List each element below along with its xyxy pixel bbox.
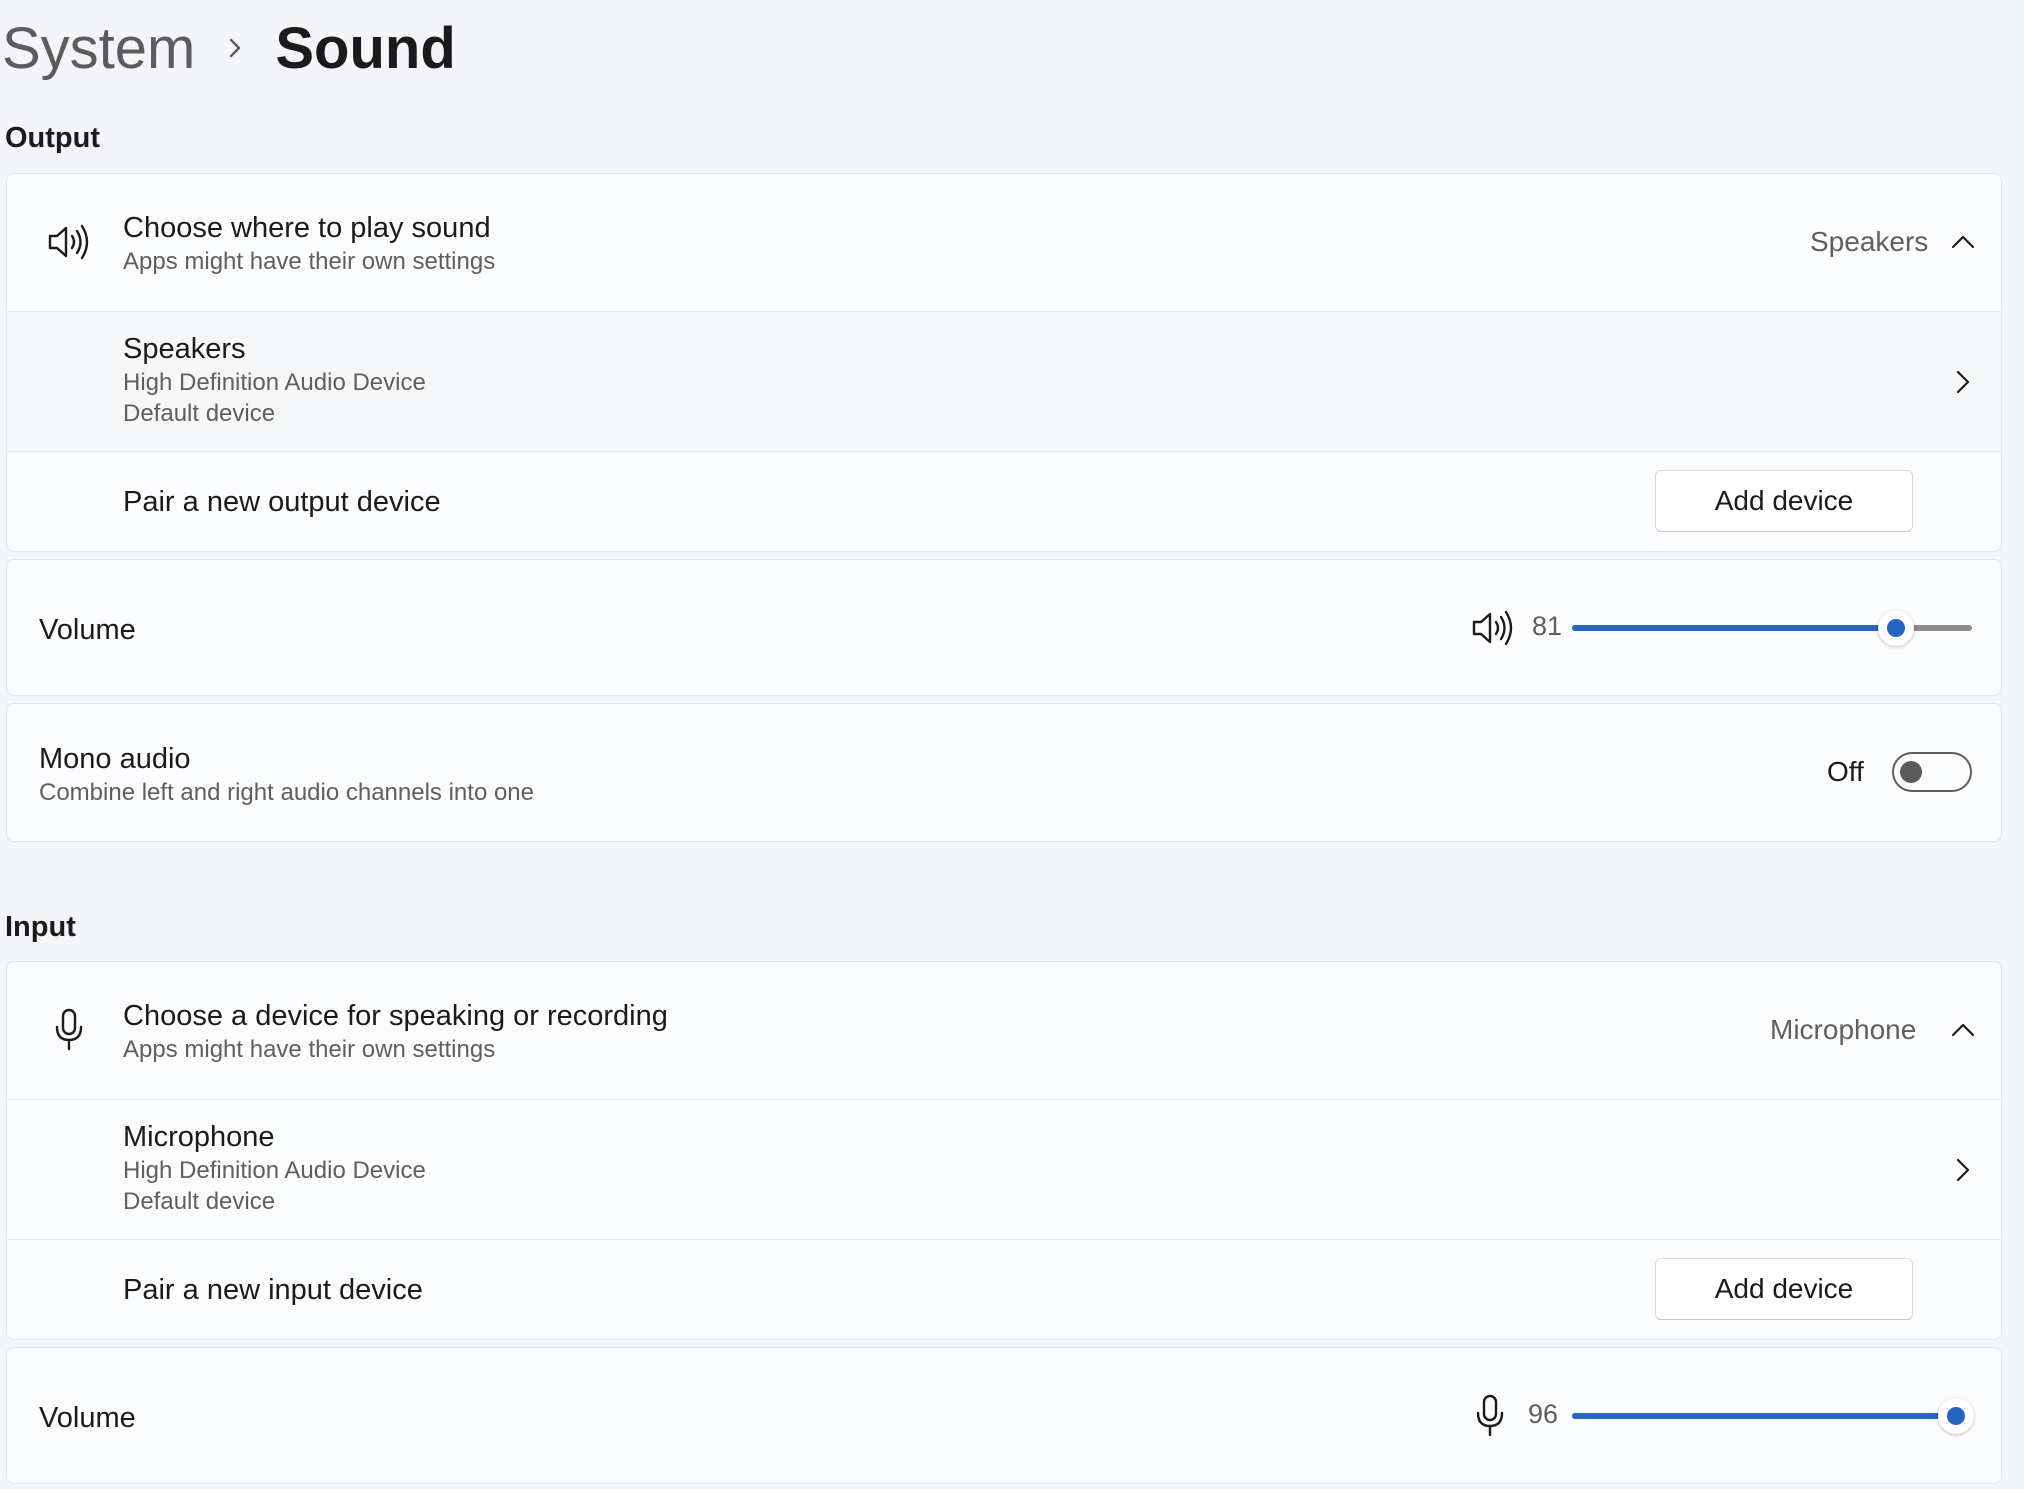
add-output-device-button[interactable]: Add device [1655, 470, 1913, 532]
slider-thumb[interactable] [1938, 1398, 1974, 1434]
input-device-card: Choose a device for speaking or recordin… [6, 961, 2002, 1340]
slider-fill [1572, 1413, 1956, 1419]
pair-input-label: Pair a new input device [123, 1274, 423, 1306]
speaker-icon[interactable] [1465, 600, 1521, 656]
slider-fill [1572, 625, 1896, 631]
chevron-right-icon[interactable] [1943, 1150, 1983, 1190]
pair-input-row: Pair a new input device Add device [7, 1239, 2001, 1339]
input-volume-value: 96 [1528, 1399, 1559, 1429]
output-device-description: High Definition Audio Device [123, 368, 426, 396]
output-volume-label: Volume [39, 614, 136, 646]
input-volume-label: Volume [39, 1402, 136, 1434]
input-device-name: Microphone [123, 1121, 275, 1153]
toggle-knob [1900, 761, 1922, 783]
output-device-name: Speakers [123, 333, 246, 365]
chevron-up-icon[interactable] [1943, 222, 1983, 262]
output-device-card: Choose where to play sound Apps might ha… [6, 173, 2002, 552]
output-volume-card: Volume 81 [6, 559, 2002, 696]
pair-output-label: Pair a new output device [123, 486, 441, 518]
microphone-icon[interactable] [1462, 1388, 1518, 1444]
chevron-right-icon [195, 33, 275, 63]
input-device-description: High Definition Audio Device [123, 1156, 426, 1184]
choose-output-subtitle: Apps might have their own settings [123, 247, 496, 275]
output-volume-value: 81 [1532, 611, 1563, 641]
selected-input-device: Microphone [1770, 1014, 1917, 1045]
breadcrumb: System Sound [2, 6, 456, 90]
input-device-status: Default device [123, 1187, 276, 1215]
output-section-title: Output [5, 122, 101, 154]
page-title: Sound [275, 15, 456, 81]
mono-audio-state: Off [1827, 756, 1864, 787]
output-device-speakers[interactable]: Speakers High Definition Audio Device De… [7, 311, 2001, 451]
output-device-status: Default device [123, 399, 276, 427]
input-section-title: Input [5, 911, 76, 943]
choose-input-title: Choose a device for speaking or recordin… [123, 1000, 668, 1032]
choose-output-row[interactable]: Choose where to play sound Apps might ha… [7, 174, 2001, 311]
input-device-microphone[interactable]: Microphone High Definition Audio Device … [7, 1099, 2001, 1239]
choose-output-title: Choose where to play sound [123, 212, 491, 244]
mono-audio-title: Mono audio [39, 743, 191, 775]
input-volume-card: Volume 96 [6, 1347, 2002, 1484]
add-input-device-button[interactable]: Add device [1655, 1258, 1913, 1320]
breadcrumb-system-link[interactable]: System [2, 15, 195, 82]
chevron-right-icon[interactable] [1943, 362, 1983, 402]
choose-input-subtitle: Apps might have their own settings [123, 1035, 496, 1063]
mono-audio-subtitle: Combine left and right audio channels in… [39, 778, 534, 806]
mono-audio-toggle[interactable] [1892, 752, 1972, 792]
mono-audio-card: Mono audio Combine left and right audio … [6, 703, 2002, 842]
choose-input-row[interactable]: Choose a device for speaking or recordin… [7, 962, 2001, 1099]
speaker-icon [41, 214, 97, 270]
selected-output-device: Speakers [1810, 226, 1929, 257]
pair-output-row: Pair a new output device Add device [7, 451, 2001, 551]
microphone-icon [41, 1002, 97, 1058]
slider-thumb[interactable] [1878, 610, 1914, 646]
input-volume-slider[interactable] [1572, 1398, 1974, 1434]
output-volume-slider[interactable] [1572, 610, 1972, 646]
chevron-up-icon[interactable] [1943, 1010, 1983, 1050]
